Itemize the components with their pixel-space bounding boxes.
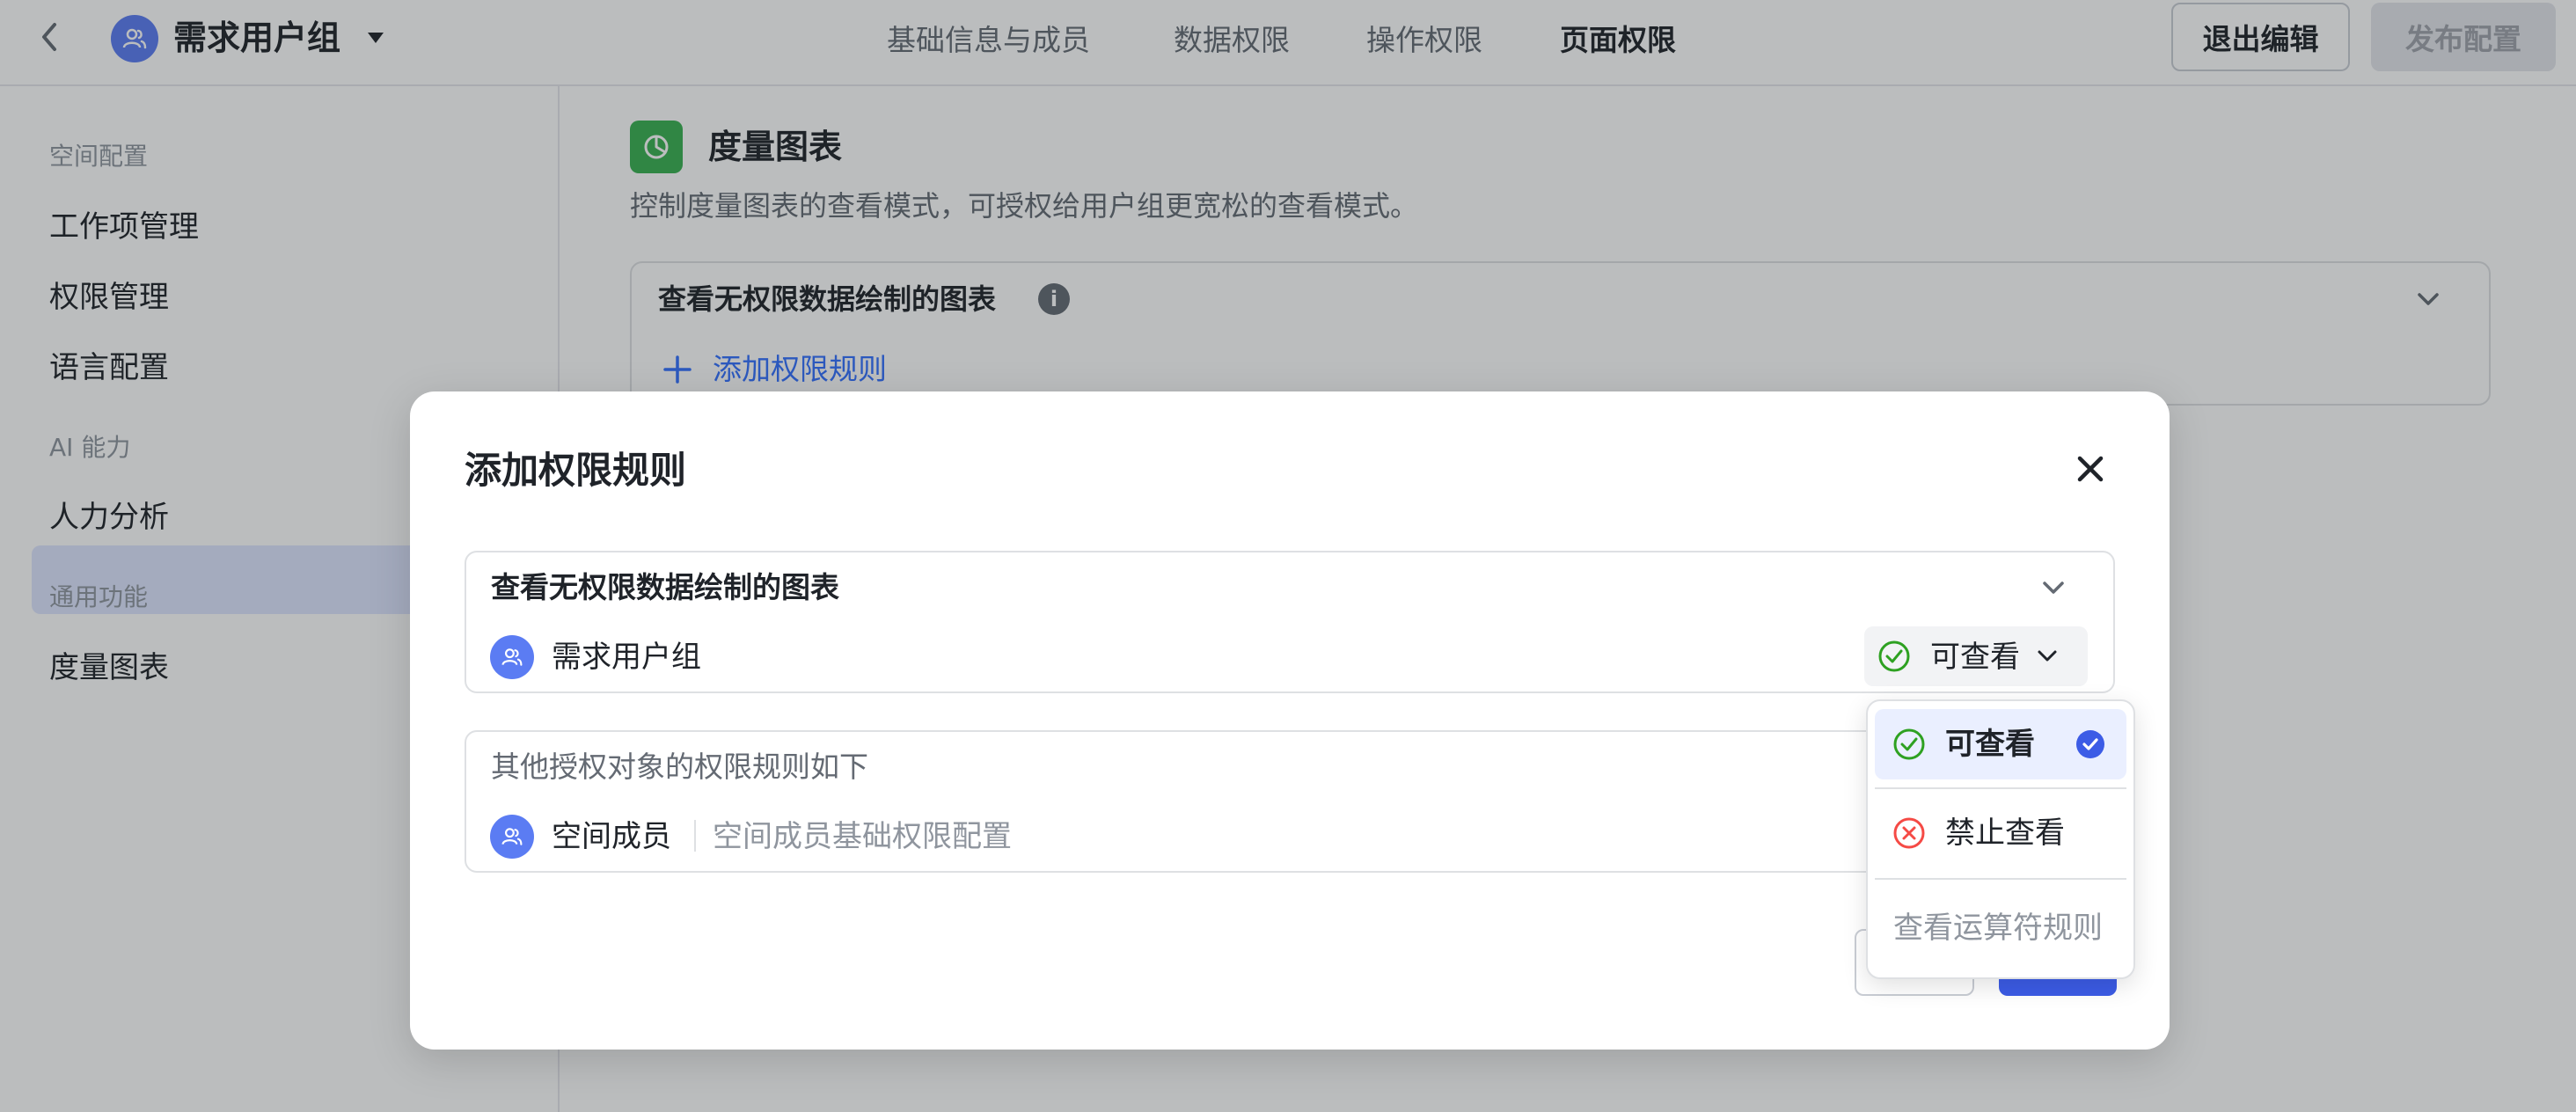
chevron-down-icon xyxy=(2043,582,2064,594)
close-icon xyxy=(2077,456,2104,482)
dropdown-divider xyxy=(1875,878,2126,880)
option-forbid-label: 禁止查看 xyxy=(1945,816,2065,851)
operator-rules-link[interactable]: 查看运算符规则 xyxy=(1893,907,2103,949)
rule-box-collapse[interactable] xyxy=(2036,570,2071,605)
modal-title: 添加权限规则 xyxy=(465,449,687,492)
x-circle-icon xyxy=(1893,817,1925,849)
member-description: 空间成员基础权限配置 xyxy=(713,819,1012,854)
checkmark-icon xyxy=(2076,730,2104,758)
rule-group-name: 需求用户组 xyxy=(552,640,701,675)
option-view-icon xyxy=(1892,728,1926,761)
users-icon xyxy=(501,648,523,666)
option-forbid-icon xyxy=(1892,816,1926,850)
chevron-down-icon xyxy=(2038,650,2057,662)
option-view-label: 可查看 xyxy=(1945,727,2035,762)
group-avatar-small xyxy=(490,635,534,679)
select-chevron xyxy=(2032,640,2062,670)
modal-close-button[interactable] xyxy=(2071,450,2110,488)
dropdown-divider xyxy=(1875,787,2126,789)
select-status-icon xyxy=(1877,640,1911,673)
other-rules-title: 其他授权对象的权限规则如下 xyxy=(491,750,868,784)
users-icon xyxy=(501,828,523,845)
option-selected-check xyxy=(2075,729,2105,759)
check-circle-icon xyxy=(1878,640,1910,672)
member-name: 空间成员 xyxy=(552,819,671,854)
member-avatar xyxy=(490,815,534,859)
member-divider xyxy=(694,820,696,852)
rule-box-title: 查看无权限数据绘制的图表 xyxy=(491,570,839,604)
view-mode-select-value: 可查看 xyxy=(1930,640,2020,675)
check-circle-icon xyxy=(1893,728,1925,760)
